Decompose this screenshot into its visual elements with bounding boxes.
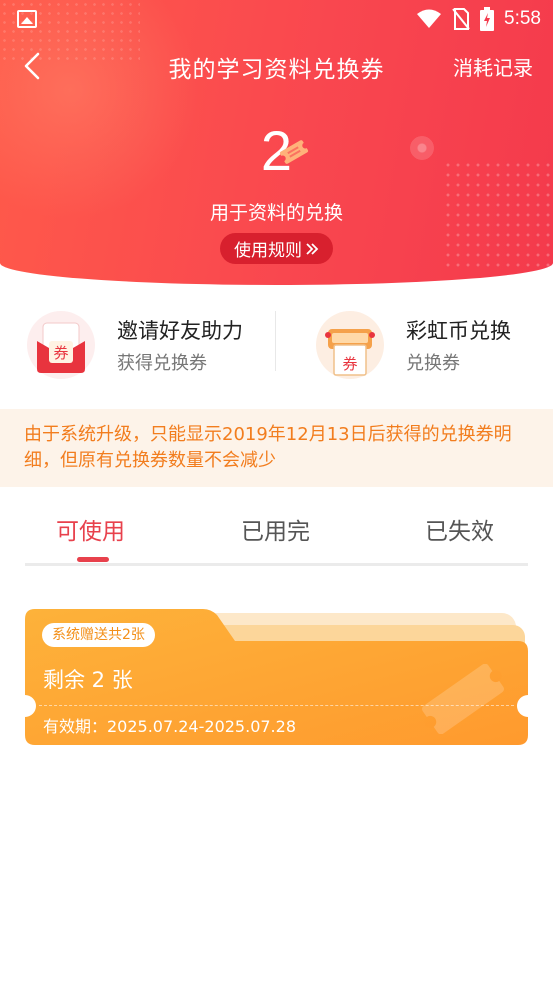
ticket-watermark-icon: [422, 664, 504, 734]
double-chevron-right-icon: [306, 242, 319, 255]
chevron-left-icon: [24, 52, 40, 80]
rainbow-coin-title: 彩虹币兑换: [406, 319, 511, 343]
image-notification-icon: [17, 10, 37, 28]
rainbow-coin-exchange-entry[interactable]: 券 彩虹币兑换 兑换券: [316, 300, 511, 390]
status-time: 5:58: [504, 8, 541, 29]
tab-available[interactable]: 可使用: [56, 512, 125, 546]
consumption-record-link[interactable]: 消耗记录: [453, 52, 533, 81]
upgrade-notice: 由于系统升级，只能显示2019年12月13日后获得的兑换券明细，但原有兑换券数量…: [0, 409, 553, 487]
coupon-count: 2: [260, 119, 293, 182]
entries-divider: [275, 311, 276, 371]
tab-expired[interactable]: 已失效: [425, 512, 494, 546]
coupon-glyph: 券: [53, 344, 68, 362]
header-banner: 5:58 我的学习资料兑换券 消耗记录 2 用于资料的兑换 使用规则: [0, 0, 553, 285]
coupon-machine-icon: 券: [325, 329, 375, 376]
invite-friends-title: 邀请好友助力: [117, 319, 243, 343]
wifi-icon: [417, 9, 442, 28]
page: 5:58 我的学习资料兑换券 消耗记录 2 用于资料的兑换 使用规则 券 邀请好…: [0, 0, 553, 983]
coupon-tabs: 可使用 已用完 已失效: [25, 500, 528, 566]
status-bar: 5:58: [0, 0, 553, 38]
coupon-divider: [39, 705, 514, 706]
invite-friends-sub: 获得兑换券: [117, 353, 207, 374]
rainbow-coin-text: 彩虹币兑换 兑换券: [406, 315, 511, 375]
usage-rules-label: 使用规则: [234, 241, 302, 261]
coupon-remaining: 剩余 2 张: [43, 668, 133, 692]
coupon-envelope-icon: 券: [37, 322, 85, 373]
rainbow-coin-sub: 兑换券: [406, 353, 460, 374]
back-button[interactable]: [16, 46, 56, 86]
tab-active-indicator: [77, 557, 109, 562]
coupon-source-badge: 系统赠送共2张: [42, 623, 155, 647]
earn-coupon-entries: 券 邀请好友助力 获得兑换券 券 彩虹币兑换 兑换券: [0, 300, 553, 392]
coupon-glyph: 券: [342, 355, 357, 373]
no-sim-icon: [452, 8, 470, 30]
usage-rules-button[interactable]: 使用规则: [220, 233, 333, 264]
invite-friends-text: 邀请好友助力 获得兑换券: [117, 315, 243, 375]
status-icons: 5:58: [416, 6, 541, 32]
coupon-notch: [517, 695, 539, 717]
invite-friends-entry[interactable]: 券 邀请好友助力 获得兑换券: [27, 300, 243, 390]
tab-used-up[interactable]: 已用完: [241, 512, 310, 546]
invite-coupon-icon: 券: [27, 311, 95, 379]
rainbow-coin-coupon-icon: 券: [316, 311, 384, 379]
coupon-notch: [14, 695, 36, 717]
coupon-validity: 有效期：2025.07.24-2025.07.28: [43, 717, 296, 736]
count-subtitle: 用于资料的兑换: [209, 202, 343, 224]
coupon-card[interactable]: 系统赠送共2张 剩余 2 张 有效期：2025.07.24-2025.07.28: [14, 609, 539, 746]
ticket-icon: [279, 140, 309, 164]
battery-charging-icon: [480, 7, 495, 31]
